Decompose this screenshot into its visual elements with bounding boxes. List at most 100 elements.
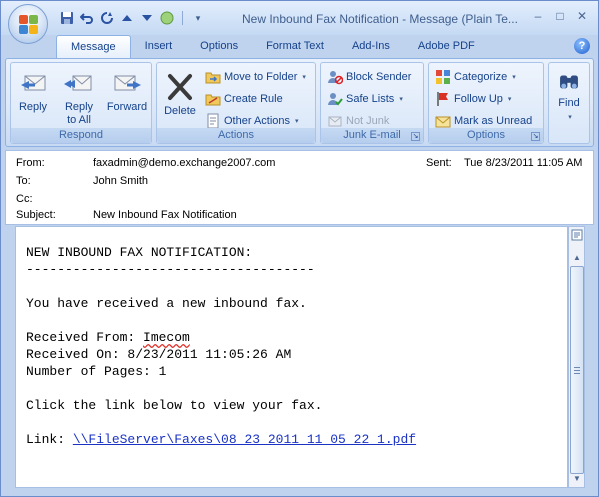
instruction-line: Click the link below to view your fax.	[26, 398, 323, 413]
reply-label: Reply	[18, 101, 48, 113]
to-value[interactable]: John Smith	[93, 175, 148, 187]
previous-item-icon[interactable]	[119, 10, 135, 26]
reply-all-label-line1: Reply	[64, 101, 94, 113]
forward-button[interactable]: Forward	[105, 65, 149, 114]
create-rule-icon	[205, 94, 221, 106]
customize-qat-icon[interactable]: ▾	[190, 10, 206, 26]
subject-value: New Inbound Fax Notification	[93, 209, 237, 221]
next-item-icon[interactable]	[139, 10, 155, 26]
categorize-button[interactable]: Categorize ▾	[435, 67, 516, 87]
pages-line: Number of Pages: 1	[26, 364, 167, 379]
group-find[interactable]: Find ▾	[548, 62, 590, 144]
delete-button[interactable]: Delete	[161, 69, 199, 118]
status-orb-icon[interactable]	[159, 10, 175, 26]
sent-label: Sent:	[426, 157, 452, 169]
save-icon[interactable]	[59, 10, 75, 26]
reply-button[interactable]: Reply	[15, 65, 51, 114]
minimize-button[interactable]: –	[528, 7, 548, 25]
group-respond: Reply Reply to All Forward Respond	[10, 62, 152, 144]
other-actions-dropdown-icon: ▾	[295, 118, 299, 125]
block-sender-label: Block Sender	[346, 71, 412, 83]
categorize-label: Categorize	[454, 71, 508, 83]
other-actions-label: Other Actions	[224, 115, 291, 127]
tab-adobe-pdf[interactable]: Adobe PDF	[404, 35, 489, 58]
follow-up-flag-icon	[437, 92, 448, 106]
respond-group-label: Respond	[11, 128, 151, 143]
from-value[interactable]: faxadmin@demo.exchange2007.com	[93, 157, 275, 169]
find-button[interactable]: Find ▾	[552, 67, 586, 124]
move-to-folder-label: Move to Folder	[224, 71, 298, 83]
to-label: To:	[16, 175, 31, 187]
undo-icon[interactable]	[79, 10, 95, 26]
redo-icon[interactable]	[99, 10, 115, 26]
actions-group-label: Actions	[157, 128, 315, 143]
move-to-folder-icon	[205, 72, 221, 84]
maximize-button[interactable]: □	[550, 7, 570, 25]
follow-up-dropdown-icon: ▾	[507, 96, 512, 103]
sent-value: Tue 8/23/2011 11:05 AM	[464, 157, 583, 169]
options-group-label: Options	[429, 128, 543, 143]
cc-label: Cc:	[16, 193, 33, 205]
move-to-folder-dropdown-icon: ▾	[302, 74, 306, 81]
delete-label: Delete	[164, 105, 196, 117]
office-button[interactable]	[8, 4, 48, 44]
received-from-label: Received From:	[26, 330, 144, 345]
not-junk-icon	[328, 116, 342, 127]
link-label: Link:	[26, 432, 73, 447]
body-intro: You have received a new inbound fax.	[26, 296, 307, 311]
group-junk-email: Block Sender Safe Lists ▾ Not Junk Junk …	[320, 62, 424, 144]
create-rule-button[interactable]: Create Rule	[205, 89, 283, 109]
reading-pane-toggle-icon[interactable]	[570, 229, 584, 243]
received-on-line: Received On: 8/23/2011 11:05:26 AM	[26, 347, 292, 362]
reply-all-button[interactable]: Reply to All	[59, 65, 99, 127]
from-label: From:	[16, 157, 45, 169]
mark-as-unread-label: Mark as Unread	[454, 115, 533, 127]
help-icon[interactable]: ?	[574, 38, 590, 54]
message-body[interactable]: NEW INBOUND FAX NOTIFICATION: ----------…	[15, 226, 568, 488]
ribbon-tabs: Message Insert Options Format Text Add-I…	[56, 35, 489, 60]
ribbon: Reply Reply to All Forward Respond Delet…	[5, 58, 594, 147]
subject-label: Subject:	[16, 209, 56, 221]
quick-access-toolbar: ▾	[59, 10, 206, 26]
junk-email-group-label: Junk E-mail	[321, 128, 423, 143]
received-from-value: Imecom	[143, 330, 190, 345]
tab-format-text[interactable]: Format Text	[252, 35, 338, 58]
message-window: ▾ New Inbound Fax Notification - Message…	[0, 0, 599, 497]
group-options: Categorize ▾ Follow Up ▾ Mark as Unread …	[428, 62, 544, 144]
reply-all-icon	[64, 75, 92, 91]
other-actions-icon	[207, 113, 219, 129]
create-rule-label: Create Rule	[224, 93, 283, 105]
follow-up-button[interactable]: Follow Up ▾	[435, 89, 511, 109]
received-from-line: Received From: Imecom	[26, 330, 190, 345]
fax-file-link[interactable]: \\FileServer\Faxes\08 23 2011 11 05 22 1…	[73, 432, 416, 447]
categorize-icon	[436, 70, 450, 84]
scroll-thumb[interactable]	[570, 266, 584, 474]
scroll-up-button[interactable]: ▲	[570, 251, 584, 265]
close-button[interactable]: ✕	[572, 7, 592, 25]
tab-options[interactable]: Options	[186, 35, 252, 58]
block-sender-button[interactable]: Block Sender	[327, 67, 411, 87]
tab-add-ins[interactable]: Add-Ins	[338, 35, 404, 58]
office-logo-icon	[19, 15, 39, 35]
follow-up-label: Follow Up	[454, 93, 503, 105]
not-junk-label: Not Junk	[346, 115, 390, 127]
qat-separator	[182, 11, 183, 25]
binoculars-icon	[560, 75, 578, 89]
forward-label: Forward	[106, 101, 148, 113]
message-header: From: faxadmin@demo.exchange2007.com To:…	[5, 150, 594, 225]
window-title: New Inbound Fax Notification - Message (…	[242, 12, 518, 26]
tab-message[interactable]: Message	[56, 35, 131, 60]
group-actions: Delete Move to Folder ▾ Create Rule Othe…	[156, 62, 316, 144]
tab-insert[interactable]: Insert	[131, 35, 187, 58]
options-dialog-launcher-icon[interactable]: ↘	[531, 132, 540, 141]
safe-lists-label: Safe Lists	[346, 93, 395, 105]
scroll-down-button[interactable]: ▼	[570, 472, 584, 486]
categorize-dropdown-icon: ▾	[512, 74, 516, 81]
junk-email-dialog-launcher-icon[interactable]: ↘	[411, 132, 420, 141]
move-to-folder-button[interactable]: Move to Folder ▾	[205, 67, 306, 87]
vertical-scrollbar[interactable]: ▲ ▼	[568, 226, 585, 488]
find-dropdown-icon: ▾	[568, 114, 572, 121]
safe-lists-button[interactable]: Safe Lists ▾	[327, 89, 403, 109]
reply-all-label-line2: to All	[67, 114, 91, 126]
mark-as-unread-icon	[435, 116, 451, 128]
